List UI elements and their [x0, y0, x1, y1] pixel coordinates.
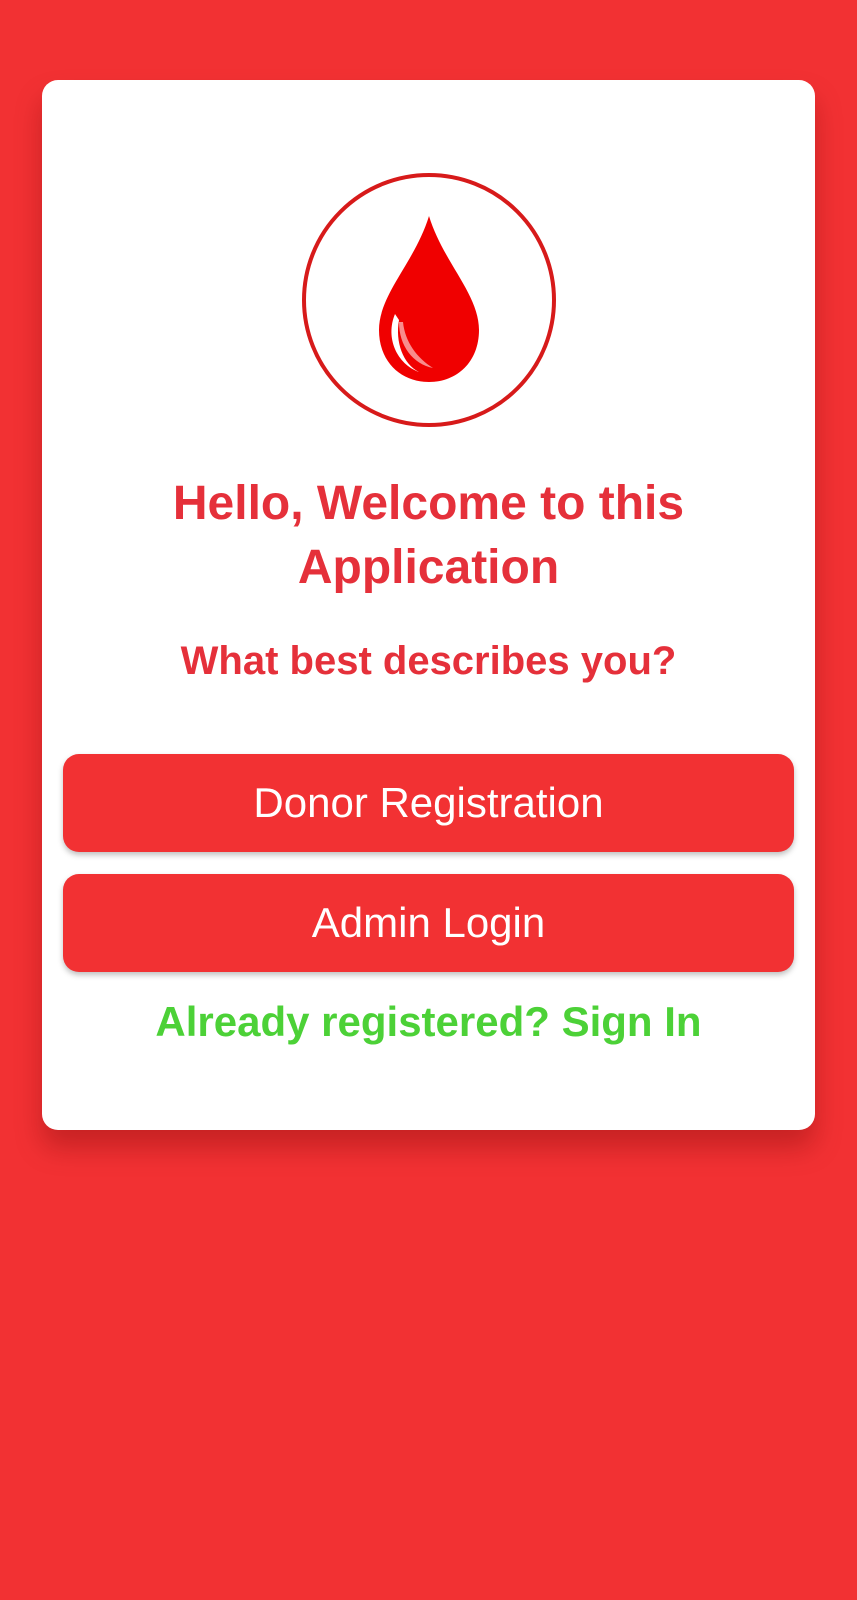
welcome-title: Hello, Welcome to this Application — [172, 477, 685, 594]
sign-in-link[interactable]: Already registered? Sign In — [42, 992, 815, 1052]
blood-drop-icon — [302, 173, 556, 427]
admin-login-button[interactable]: Admin Login — [63, 874, 794, 972]
role-question: What best describes you? — [180, 639, 677, 683]
donor-registration-button[interactable]: Donor Registration — [63, 754, 794, 852]
app-logo — [301, 172, 557, 428]
welcome-card: Hello, Welcome to this Application What … — [42, 80, 815, 1130]
